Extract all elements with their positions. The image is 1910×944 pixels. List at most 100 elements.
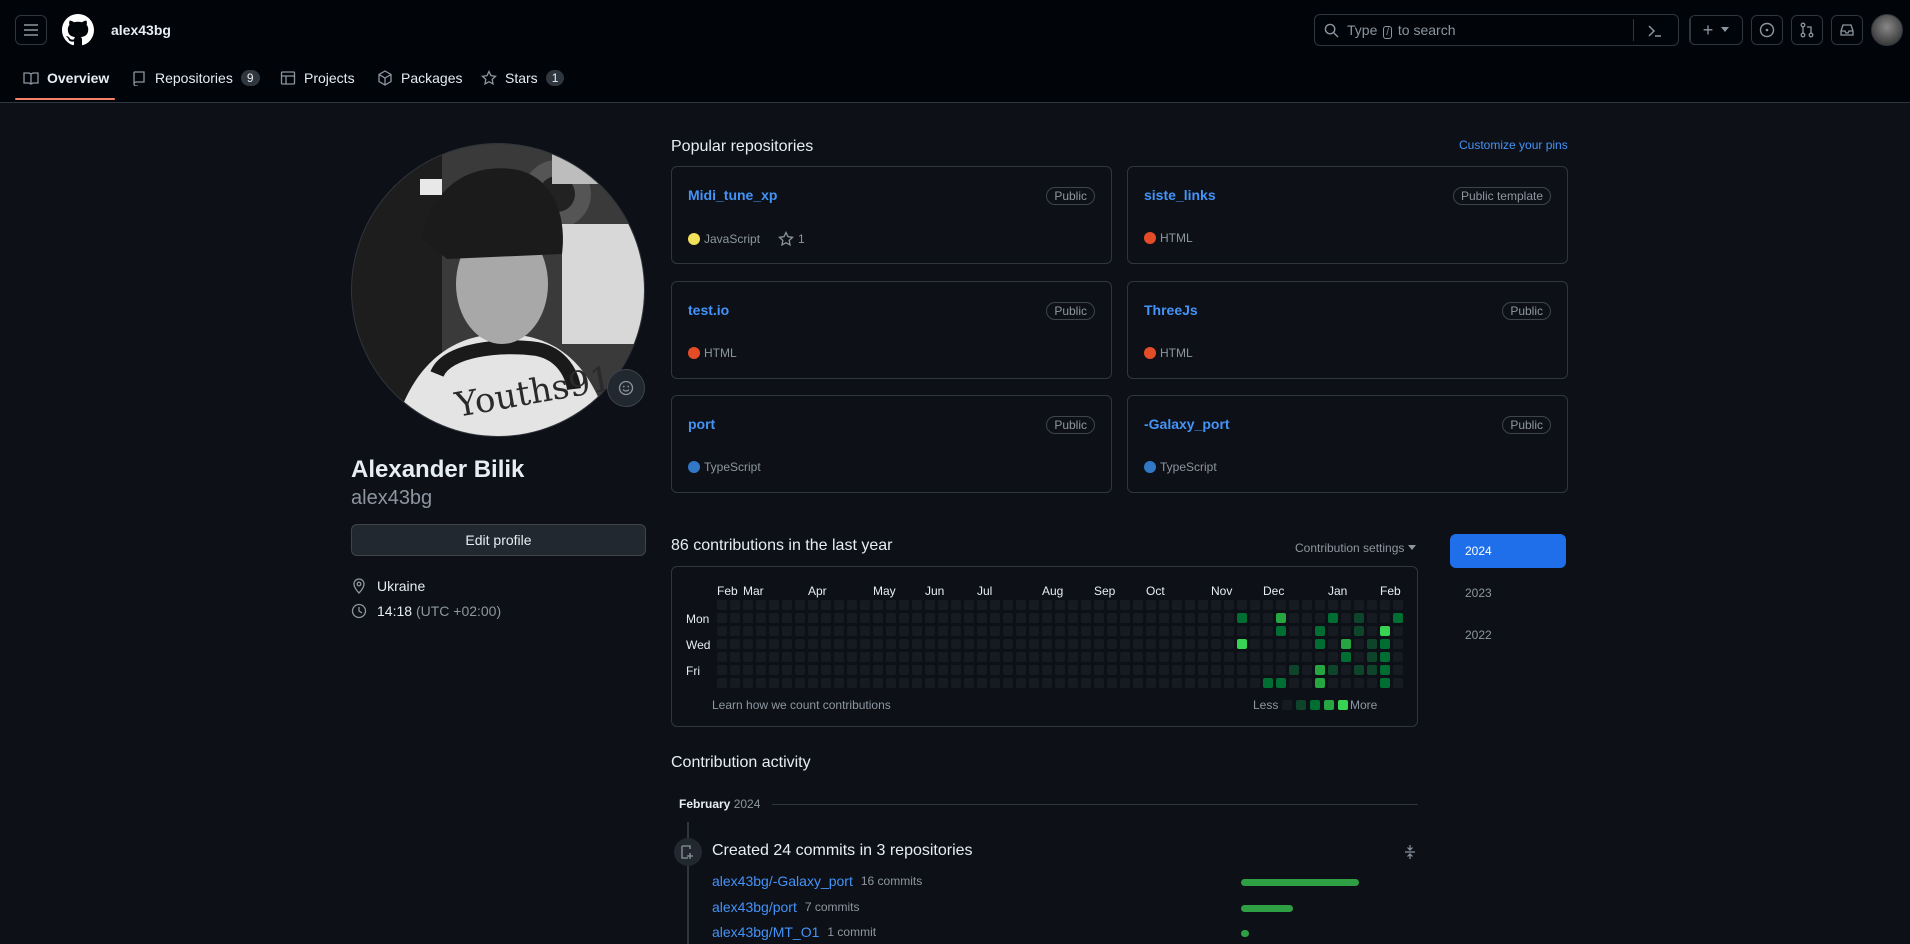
contribution-day-cell[interactable] <box>717 613 727 623</box>
contribution-day-cell[interactable] <box>1380 665 1390 675</box>
contribution-day-cell[interactable] <box>769 626 779 636</box>
contribution-day-cell[interactable] <box>990 652 1000 662</box>
contribution-day-cell[interactable] <box>1315 613 1325 623</box>
contribution-day-cell[interactable] <box>1029 678 1039 688</box>
contribution-day-cell[interactable] <box>821 678 831 688</box>
contribution-day-cell[interactable] <box>1276 600 1286 610</box>
contribution-day-cell[interactable] <box>1003 639 1013 649</box>
contribution-day-cell[interactable] <box>1133 613 1143 623</box>
contribution-day-cell[interactable] <box>1237 639 1247 649</box>
contribution-day-cell[interactable] <box>1081 652 1091 662</box>
contribution-day-cell[interactable] <box>1250 600 1260 610</box>
contribution-day-cell[interactable] <box>1081 678 1091 688</box>
contribution-day-cell[interactable] <box>1263 626 1273 636</box>
contribution-day-cell[interactable] <box>1094 600 1104 610</box>
contribution-day-cell[interactable] <box>834 665 844 675</box>
create-new-button[interactable]: + <box>1689 15 1743 45</box>
contribution-day-cell[interactable] <box>1354 639 1364 649</box>
contribution-day-cell[interactable] <box>743 665 753 675</box>
contribution-day-cell[interactable] <box>977 626 987 636</box>
contribution-day-cell[interactable] <box>1159 639 1169 649</box>
contribution-day-cell[interactable] <box>951 639 961 649</box>
contribution-day-cell[interactable] <box>1029 639 1039 649</box>
contribution-day-cell[interactable] <box>743 600 753 610</box>
contribution-day-cell[interactable] <box>1003 652 1013 662</box>
contribution-day-cell[interactable] <box>1055 639 1065 649</box>
contribution-day-cell[interactable] <box>1146 626 1156 636</box>
contribution-day-cell[interactable] <box>847 665 857 675</box>
contribution-day-cell[interactable] <box>808 639 818 649</box>
hamburger-menu-button[interactable] <box>15 15 47 45</box>
contribution-day-cell[interactable] <box>1211 665 1221 675</box>
contribution-day-cell[interactable] <box>1081 639 1091 649</box>
contribution-day-cell[interactable] <box>1120 626 1130 636</box>
contribution-day-cell[interactable] <box>1107 626 1117 636</box>
contribution-day-cell[interactable] <box>1328 652 1338 662</box>
pinned-repo-card[interactable]: port Public TypeScript <box>671 395 1112 493</box>
contribution-day-cell[interactable] <box>821 652 831 662</box>
contribution-day-cell[interactable] <box>1120 613 1130 623</box>
contribution-day-cell[interactable] <box>782 626 792 636</box>
contribution-day-cell[interactable] <box>756 652 766 662</box>
contribution-day-cell[interactable] <box>1354 652 1364 662</box>
contribution-day-cell[interactable] <box>1224 652 1234 662</box>
contribution-day-cell[interactable] <box>1354 678 1364 688</box>
contribution-day-cell[interactable] <box>1328 626 1338 636</box>
repo-name-link[interactable]: Midi_tune_xp <box>688 187 777 203</box>
contribution-day-cell[interactable] <box>782 652 792 662</box>
contribution-day-cell[interactable] <box>964 652 974 662</box>
contribution-day-cell[interactable] <box>1354 626 1364 636</box>
contribution-day-cell[interactable] <box>769 652 779 662</box>
contribution-day-cell[interactable] <box>1224 678 1234 688</box>
contribution-day-cell[interactable] <box>1354 600 1364 610</box>
contribution-day-cell[interactable] <box>1393 678 1403 688</box>
contribution-day-cell[interactable] <box>1133 652 1143 662</box>
contribution-day-cell[interactable] <box>1341 600 1351 610</box>
contribution-day-cell[interactable] <box>1276 639 1286 649</box>
profile-avatar[interactable]: Youths91 <box>351 143 645 437</box>
contribution-day-cell[interactable] <box>743 626 753 636</box>
activity-commit-count[interactable]: 1 commit <box>827 925 876 939</box>
contribution-day-cell[interactable] <box>756 626 766 636</box>
contribution-day-cell[interactable] <box>1133 665 1143 675</box>
contribution-day-cell[interactable] <box>1237 626 1247 636</box>
contribution-day-cell[interactable] <box>1250 639 1260 649</box>
contribution-day-cell[interactable] <box>1250 665 1260 675</box>
contribution-day-cell[interactable] <box>1276 626 1286 636</box>
contribution-day-cell[interactable] <box>1159 626 1169 636</box>
contribution-day-cell[interactable] <box>717 600 727 610</box>
contribution-day-cell[interactable] <box>795 613 805 623</box>
contribution-day-cell[interactable] <box>1289 626 1299 636</box>
contribution-day-cell[interactable] <box>964 613 974 623</box>
contribution-day-cell[interactable] <box>1172 678 1182 688</box>
contribution-day-cell[interactable] <box>756 639 766 649</box>
contribution-day-cell[interactable] <box>1003 600 1013 610</box>
contribution-day-cell[interactable] <box>951 652 961 662</box>
contribution-day-cell[interactable] <box>834 626 844 636</box>
contribution-day-cell[interactable] <box>1367 678 1377 688</box>
tab-projects[interactable]: Projects <box>280 58 355 98</box>
contribution-day-cell[interactable] <box>1185 665 1195 675</box>
contribution-day-cell[interactable] <box>1172 626 1182 636</box>
contribution-day-cell[interactable] <box>1276 665 1286 675</box>
contribution-day-cell[interactable] <box>1120 652 1130 662</box>
year-2024-button[interactable]: 2024 <box>1450 534 1566 568</box>
contribution-day-cell[interactable] <box>990 639 1000 649</box>
contribution-day-cell[interactable] <box>1354 613 1364 623</box>
contribution-day-cell[interactable] <box>1055 678 1065 688</box>
contribution-day-cell[interactable] <box>899 665 909 675</box>
contribution-day-cell[interactable] <box>1055 613 1065 623</box>
tab-stars[interactable]: Stars 1 <box>481 58 565 98</box>
contribution-day-cell[interactable] <box>1237 652 1247 662</box>
contribution-day-cell[interactable] <box>808 626 818 636</box>
contribution-day-cell[interactable] <box>1393 613 1403 623</box>
contribution-day-cell[interactable] <box>1120 665 1130 675</box>
contribution-day-cell[interactable] <box>1211 613 1221 623</box>
contribution-day-cell[interactable] <box>1016 652 1026 662</box>
contribution-day-cell[interactable] <box>1328 678 1338 688</box>
contribution-day-cell[interactable] <box>1146 600 1156 610</box>
contribution-day-cell[interactable] <box>795 639 805 649</box>
contribution-day-cell[interactable] <box>1302 613 1312 623</box>
contribution-day-cell[interactable] <box>717 639 727 649</box>
contribution-day-cell[interactable] <box>847 652 857 662</box>
